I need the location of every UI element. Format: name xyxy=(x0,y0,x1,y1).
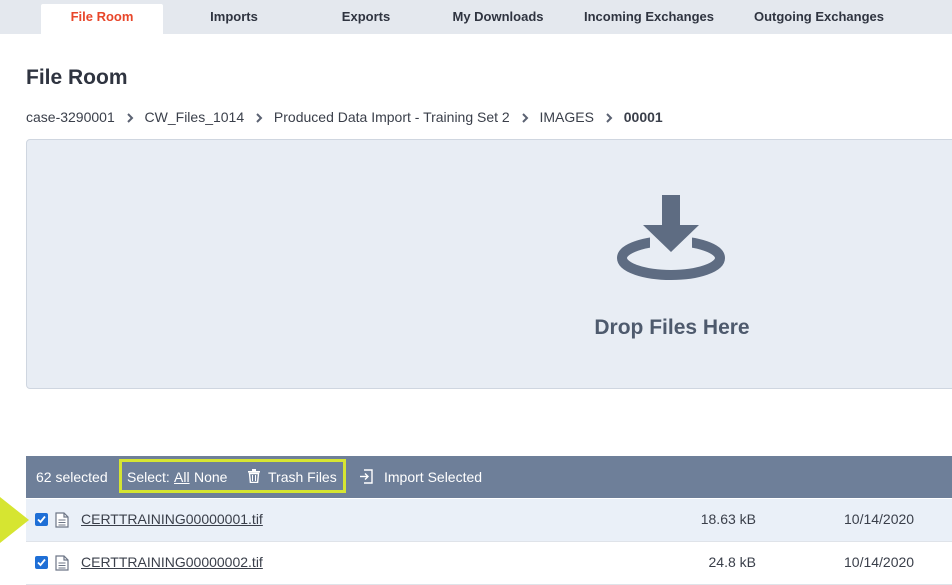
file-drop-zone[interactable]: Drop Files Here xyxy=(26,139,952,389)
file-icon xyxy=(55,555,69,571)
tab-outgoing-exchanges[interactable]: Outgoing Exchanges xyxy=(744,4,894,34)
checkmark-icon xyxy=(37,515,46,524)
tab-my-downloads[interactable]: My Downloads xyxy=(438,4,558,34)
breadcrumb-current-folder: 00001 xyxy=(623,109,663,126)
table-row[interactable]: CERTTRAINING00000002.tif 24.8 kB 10/14/2… xyxy=(26,542,952,585)
file-icon xyxy=(55,512,69,528)
checkmark-icon xyxy=(37,558,46,567)
file-list-toolbar: 62 selected Select: All None Trash Files… xyxy=(26,456,952,498)
trash-files-button[interactable]: Trash Files xyxy=(248,456,337,498)
tab-exports[interactable]: Exports xyxy=(306,4,426,34)
pointer-arrow-icon xyxy=(0,497,29,543)
tab-incoming-exchanges[interactable]: Incoming Exchanges xyxy=(574,4,724,34)
chevron-right-icon xyxy=(125,111,135,124)
file-name-link[interactable]: CERTTRAINING00000001.tif xyxy=(81,511,263,527)
file-date: 10/14/2020 xyxy=(844,511,915,527)
import-selected-label: Import Selected xyxy=(384,469,483,485)
file-date: 10/14/2020 xyxy=(844,554,915,570)
download-tray-icon xyxy=(617,195,725,280)
trash-icon xyxy=(248,469,260,484)
file-size: 18.63 kB xyxy=(700,511,756,527)
breadcrumb-folder-cw-files[interactable]: CW_Files_1014 xyxy=(145,109,245,125)
chevron-right-icon xyxy=(254,111,264,124)
row-checkbox[interactable] xyxy=(35,513,48,526)
breadcrumb-folder-images[interactable]: IMAGES xyxy=(540,109,594,125)
import-icon xyxy=(360,469,373,484)
trash-files-label: Trash Files xyxy=(268,469,337,485)
row-checkbox[interactable] xyxy=(35,556,48,569)
import-selected-button[interactable]: Import Selected xyxy=(359,456,482,498)
chevron-right-icon xyxy=(604,111,614,124)
select-label: Select: xyxy=(127,469,170,485)
select-all-link[interactable]: All xyxy=(174,456,190,498)
file-size: 24.8 kB xyxy=(708,554,756,570)
file-name-link[interactable]: CERTTRAINING00000002.tif xyxy=(81,554,263,570)
tab-file-room[interactable]: File Room xyxy=(41,4,163,34)
selected-count: 62 selected xyxy=(36,469,108,485)
page-title: File Room xyxy=(26,66,128,89)
table-row[interactable]: CERTTRAINING00000001.tif 18.63 kB 10/14/… xyxy=(26,499,952,542)
breadcrumb: case-3290001 CW_Files_1014 Produced Data… xyxy=(26,108,663,125)
top-tab-bar: File Room Imports Exports My Downloads I… xyxy=(0,0,952,34)
chevron-right-icon xyxy=(520,111,530,124)
tab-imports[interactable]: Imports xyxy=(174,4,294,34)
breadcrumb-case[interactable]: case-3290001 xyxy=(26,109,115,125)
breadcrumb-folder-training-set[interactable]: Produced Data Import - Training Set 2 xyxy=(274,109,510,125)
drop-zone-label: Drop Files Here xyxy=(594,316,750,339)
select-none-link[interactable]: None xyxy=(194,456,227,498)
